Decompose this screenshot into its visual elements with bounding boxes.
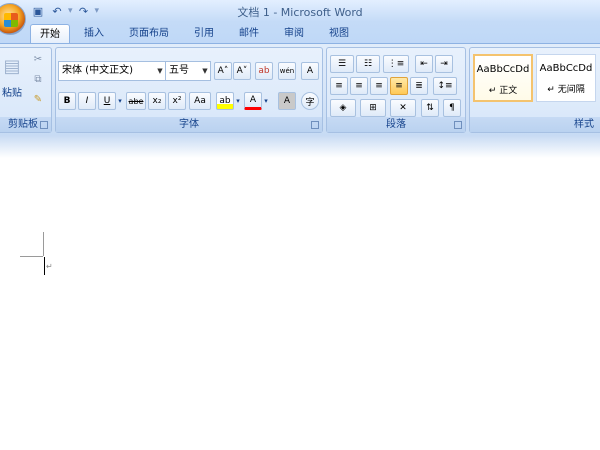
font-color-dropdown-icon[interactable]: ▾ [262, 92, 270, 110]
underline-dropdown-icon[interactable]: ▾ [116, 92, 124, 110]
paste-icon[interactable]: ▤ [1, 54, 23, 78]
clipboard-group: ▤ 粘贴 ✂ ⧉ ✎ 剪贴板 [0, 47, 52, 133]
shrink-font-button[interactable]: A˅ [233, 62, 251, 80]
paste-button[interactable]: 粘贴 [0, 82, 24, 100]
grow-font-button[interactable]: A˄ [214, 62, 232, 80]
font-group: 宋体 (中文正文) ▼ 五号 ▼ A˄ A˅ ab wén A B I U ▾ … [55, 47, 323, 133]
font-size-dropdown-icon[interactable]: ▼ [200, 62, 210, 80]
paragraph-mark: ↵ [46, 262, 53, 271]
tab-review[interactable]: 审阅 [276, 24, 312, 44]
style-normal-name: ↵ 正文 [488, 86, 518, 96]
title-bar: ▣ ↶ ▾ ↷ ▾ 文档 1 - Microsoft Word [0, 0, 600, 22]
tab-view[interactable]: 视图 [321, 24, 357, 44]
font-name-value: 宋体 (中文正文) [62, 65, 133, 76]
font-name-combo[interactable]: 宋体 (中文正文) ▼ [58, 61, 166, 81]
clipboard-launcher-icon[interactable] [40, 121, 48, 129]
style-normal-sample: AaBbCcDd [476, 64, 530, 75]
font-launcher-icon[interactable] [311, 121, 319, 129]
highlight-button[interactable]: ab [216, 92, 234, 110]
strikethrough-button[interactable]: abe [126, 92, 146, 110]
align-right-button[interactable]: ≡ [370, 77, 388, 95]
justify-button[interactable]: ≡ [390, 77, 408, 95]
shading-button[interactable]: ◈ [330, 99, 356, 117]
show-marks-button[interactable]: ¶ [443, 99, 461, 117]
styles-group-label: 样式 [470, 117, 600, 132]
crop-mark-vertical [43, 232, 44, 256]
enclose-characters-button[interactable]: 字 [301, 92, 319, 110]
character-border-button[interactable]: A [301, 62, 319, 80]
chinese-layout-button[interactable]: ✕ [390, 99, 416, 117]
superscript-button[interactable]: x² [168, 92, 186, 110]
text-caret [44, 257, 45, 275]
align-center-button[interactable]: ≡ [350, 77, 368, 95]
cut-icon[interactable]: ✂ [31, 52, 45, 66]
font-size-value: 五号 [169, 65, 189, 76]
crop-mark-horizontal [20, 256, 43, 257]
paragraph-launcher-icon[interactable] [454, 121, 462, 129]
subscript-button[interactable]: x₂ [148, 92, 166, 110]
window-title: 文档 1 - Microsoft Word [237, 6, 363, 19]
bullets-button[interactable]: ☰ [330, 55, 354, 73]
tab-mailings[interactable]: 邮件 [231, 24, 267, 44]
italic-button[interactable]: I [78, 92, 96, 110]
highlight-dropdown-icon[interactable]: ▾ [234, 92, 242, 110]
style-no-spacing[interactable]: AaBbCcDd ↵ 无间隔 [536, 54, 596, 102]
office-logo-icon [4, 13, 18, 27]
borders-button[interactable]: ⊞ [360, 99, 386, 117]
copy-icon[interactable]: ⧉ [31, 72, 45, 86]
tab-home[interactable]: 开始 [30, 24, 70, 44]
decrease-indent-button[interactable]: ⇤ [415, 55, 433, 73]
align-left-button[interactable]: ≡ [330, 77, 348, 95]
change-case-button[interactable]: Aa [189, 92, 211, 110]
ribbon-tabs: 开始 插入 页面布局 引用 邮件 审阅 视图 [0, 22, 600, 44]
font-color-button[interactable]: A [244, 92, 262, 110]
font-size-combo[interactable]: 五号 ▼ [165, 61, 211, 81]
multilevel-list-button[interactable]: ⋮≡ [383, 55, 409, 73]
numbering-button[interactable]: ☷ [356, 55, 380, 73]
paragraph-group-label: 段落 [327, 117, 465, 132]
style-no-spacing-sample: AaBbCcDd [539, 63, 593, 74]
paragraph-group: ☰ ☷ ⋮≡ ⇤ ⇥ ≡ ≡ ≡ ≡ ≣ ↕≡ ◈ ⊞ ✕ ⇅ ¶ 段落 [326, 47, 466, 133]
ribbon: ▤ 粘贴 ✂ ⧉ ✎ 剪贴板 宋体 (中文正文) ▼ 五号 ▼ A˄ A˅ ab… [0, 43, 600, 135]
underline-button[interactable]: U [98, 92, 116, 110]
tab-references[interactable]: 引用 [186, 24, 222, 44]
font-group-label: 字体 [56, 117, 322, 132]
tab-page-layout[interactable]: 页面布局 [120, 24, 178, 44]
line-spacing-button[interactable]: ↕≡ [433, 77, 457, 95]
increase-indent-button[interactable]: ⇥ [435, 55, 453, 73]
phonetic-guide-button[interactable]: wén [278, 62, 296, 80]
tab-insert[interactable]: 插入 [76, 24, 112, 44]
styles-group: AaBbCcDd ↵ 正文 AaBbCcDd ↵ 无间隔 样式 [469, 47, 600, 133]
ribbon-shadow [0, 135, 600, 158]
bold-button[interactable]: B [58, 92, 76, 110]
clear-formatting-button[interactable]: ab [255, 62, 273, 80]
style-no-spacing-name: ↵ 无间隔 [547, 85, 585, 95]
style-normal[interactable]: AaBbCcDd ↵ 正文 [473, 54, 533, 102]
character-shading-button[interactable]: A [278, 92, 296, 110]
format-painter-icon[interactable]: ✎ [31, 92, 45, 106]
document-area[interactable] [0, 158, 600, 450]
font-name-dropdown-icon[interactable]: ▼ [155, 62, 165, 80]
sort-button[interactable]: ⇅ [421, 99, 439, 117]
distributed-button[interactable]: ≣ [410, 77, 428, 95]
